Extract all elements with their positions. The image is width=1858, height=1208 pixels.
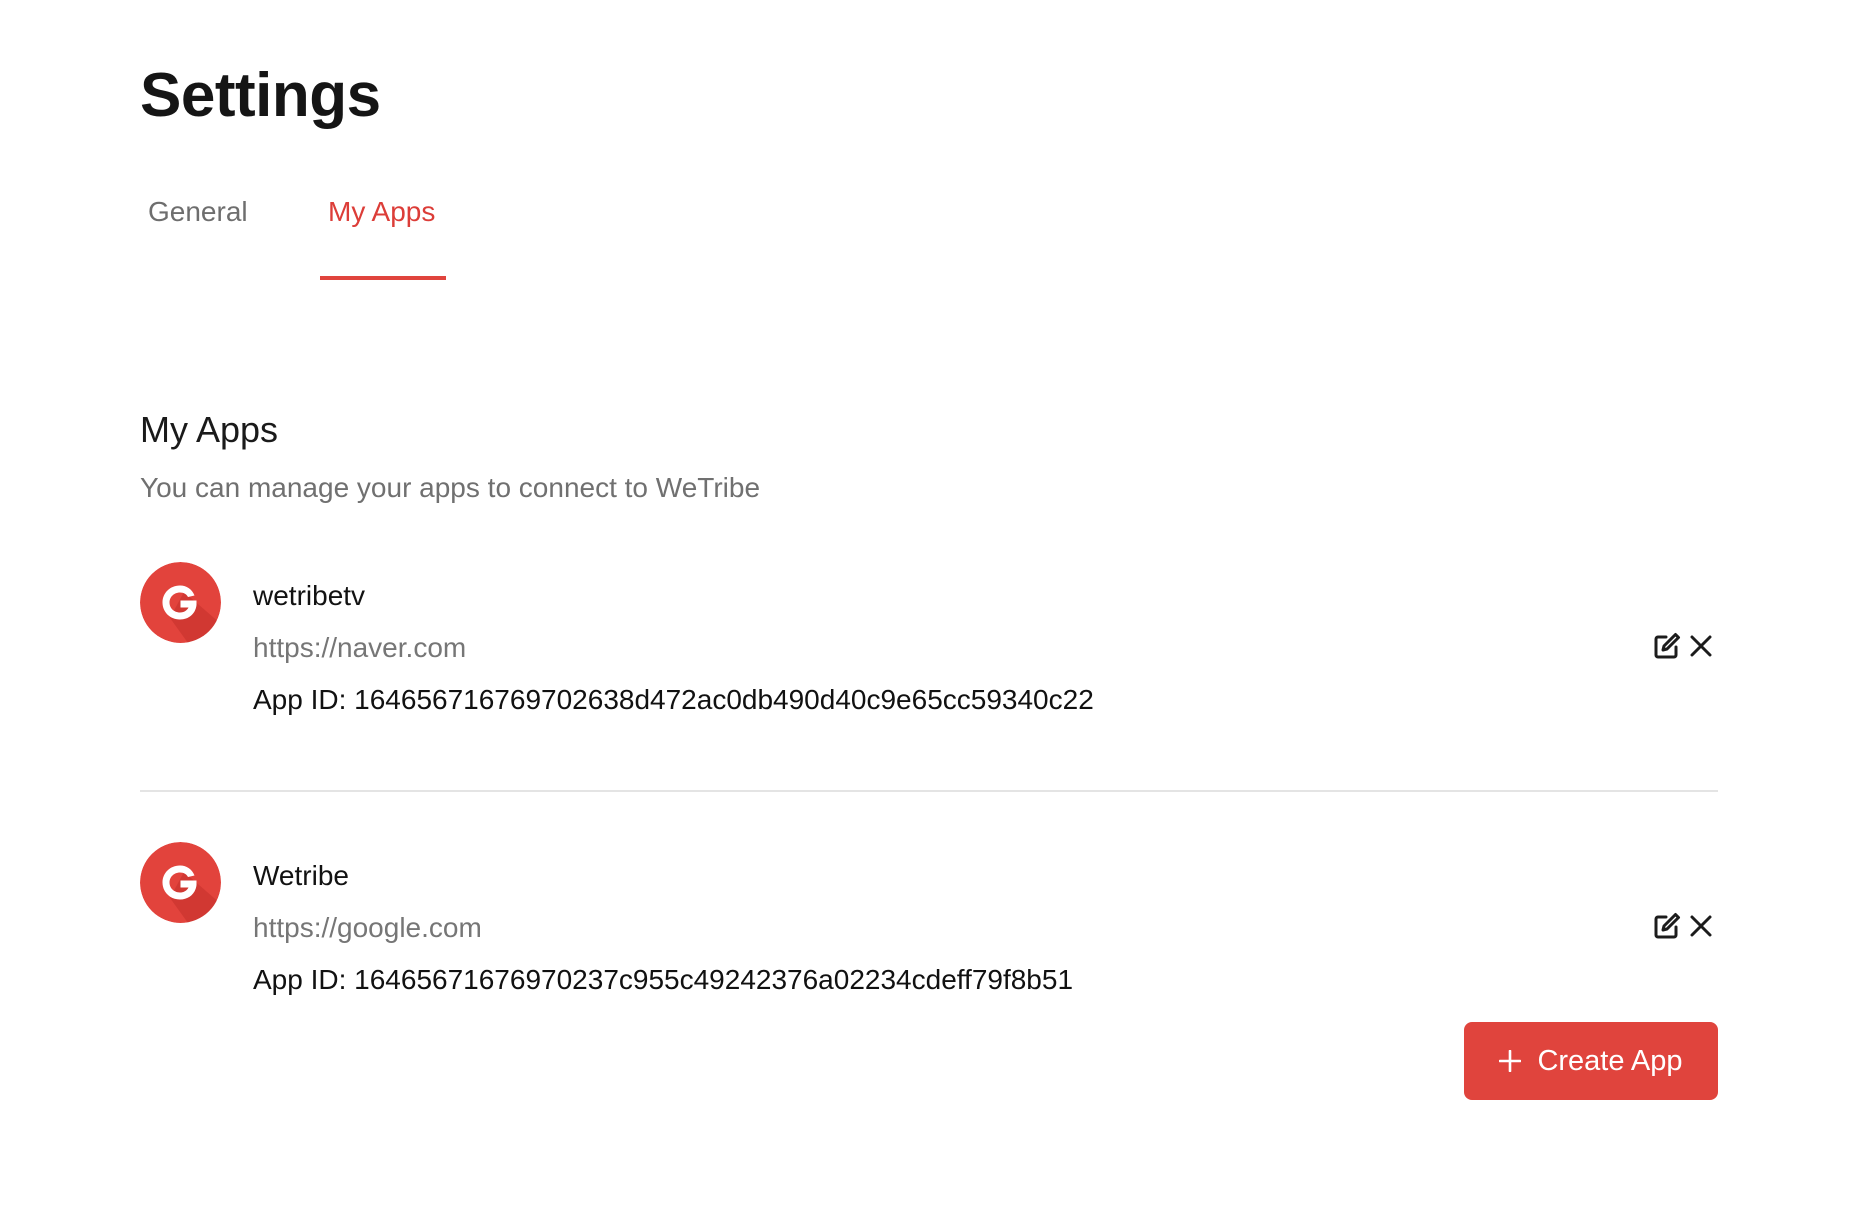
close-icon[interactable] — [1684, 909, 1718, 943]
tab-general[interactable]: General — [140, 180, 256, 280]
page-title: Settings — [140, 61, 381, 130]
section-description: You can manage your apps to connect to W… — [140, 472, 761, 503]
tab-my-apps[interactable]: My Apps — [320, 180, 446, 280]
edit-icon[interactable] — [1650, 629, 1684, 663]
app-list: wetribetv https://naver.com App ID: 1646… — [140, 560, 1718, 1050]
section-title: My Apps — [140, 409, 279, 450]
app-list-item: wetribetv https://naver.com App ID: 1646… — [140, 560, 1718, 770]
tab-my-apps-label: My Apps — [328, 196, 436, 227]
create-app-button[interactable]: Create App — [1464, 1022, 1718, 1100]
app-actions — [1650, 626, 1718, 666]
plus-icon — [1499, 1050, 1522, 1072]
settings-tabs: General My Apps — [140, 180, 740, 280]
g-logo-icon — [140, 842, 221, 923]
app-url: https://google.com — [253, 912, 482, 943]
create-app-label: Create App — [1537, 1044, 1683, 1077]
app-actions — [1650, 906, 1718, 946]
app-name: wetribetv — [253, 580, 366, 611]
active-tab-indicator — [320, 276, 446, 280]
app-id: App ID: 164656716769702638d472ac0db490d4… — [253, 684, 1094, 715]
divider — [140, 790, 1718, 792]
app-list-item: Wetribe https://google.com App ID: 16465… — [140, 840, 1718, 1050]
tab-general-label: General — [148, 196, 248, 227]
app-url: https://naver.com — [253, 632, 467, 663]
edit-icon[interactable] — [1650, 909, 1684, 943]
app-id: App ID: 16465671676970237c955c49242376a0… — [253, 964, 1074, 995]
app-name: Wetribe — [253, 860, 349, 891]
g-logo-icon — [140, 562, 221, 643]
close-icon[interactable] — [1684, 629, 1718, 663]
